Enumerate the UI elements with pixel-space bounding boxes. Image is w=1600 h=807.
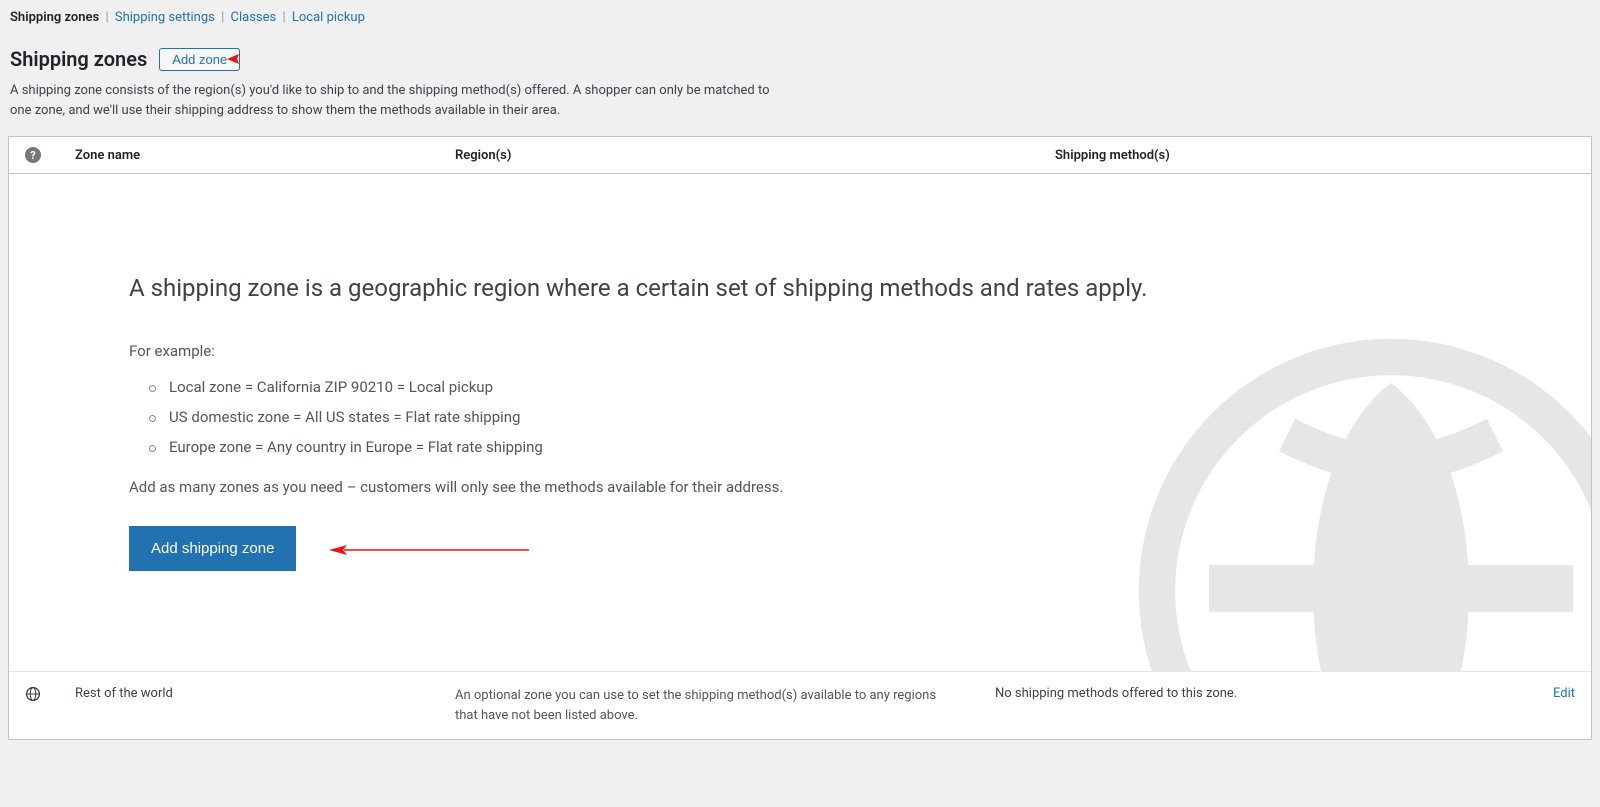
zones-table: ? Zone name Region(s) Shipping method(s)… [8, 136, 1592, 740]
annotation-arrow-icon [225, 51, 241, 67]
subnav-shipping-settings[interactable]: Shipping settings [115, 10, 215, 25]
globe-icon [25, 686, 41, 702]
help-icon[interactable]: ? [25, 147, 41, 163]
subnav-shipping-zones[interactable]: Shipping zones [10, 10, 99, 25]
rest-of-world-row: Rest of the world An optional zone you c… [9, 672, 1591, 739]
rest-zone-name: Rest of the world [75, 686, 455, 701]
empty-state: A shipping zone is a geographic region w… [9, 174, 1591, 672]
page-description: A shipping zone consists of the region(s… [10, 81, 770, 120]
col-region: Region(s) [455, 148, 1055, 163]
add-shipping-zone-button[interactable]: Add shipping zone [129, 526, 296, 571]
table-header: ? Zone name Region(s) Shipping method(s) [9, 137, 1591, 174]
subnav-local-pickup[interactable]: Local pickup [292, 10, 365, 25]
empty-title: A shipping zone is a geographic region w… [129, 274, 1471, 302]
example-item: US domestic zone = All US states = Flat … [149, 408, 1471, 426]
annotation-arrow-icon [329, 540, 529, 560]
page-title: Shipping zones [10, 47, 147, 71]
empty-for-example: For example: [129, 342, 1471, 360]
example-item: Europe zone = Any country in Europe = Fl… [149, 438, 1471, 456]
col-zone-name: Zone name [75, 148, 455, 163]
subnav-classes[interactable]: Classes [231, 10, 277, 25]
shipping-subnav: Shipping zones | Shipping settings | Cla… [8, 8, 1592, 31]
rest-zone-method: No shipping methods offered to this zone… [995, 686, 1515, 701]
rest-zone-region: An optional zone you can use to set the … [455, 686, 995, 725]
empty-footer: Add as many zones as you need – customer… [129, 478, 1471, 496]
example-item: Local zone = California ZIP 90210 = Loca… [149, 378, 1471, 396]
col-method: Shipping method(s) [1055, 148, 1575, 163]
rest-zone-edit-link[interactable]: Edit [1553, 686, 1575, 701]
